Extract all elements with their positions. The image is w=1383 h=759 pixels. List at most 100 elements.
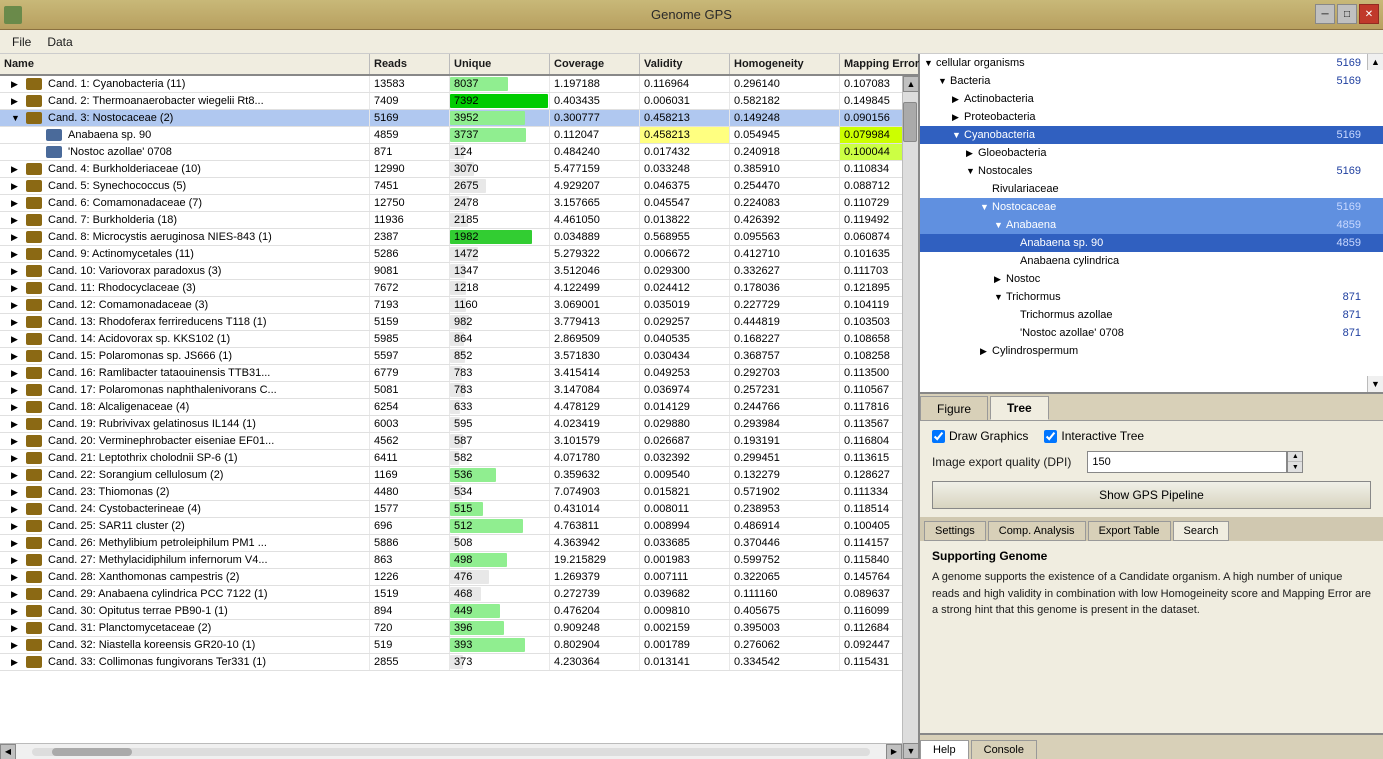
col-homogeneity[interactable]: Homogeneity <box>730 54 840 74</box>
table-row[interactable]: ▶Cand. 8: Microcystis aeruginosa NIES-84… <box>0 229 902 246</box>
expand-arrow[interactable]: ▶ <box>11 419 23 430</box>
table-row[interactable]: ▶Cand. 32: Niastella koreensis GR20-10 (… <box>0 637 902 654</box>
table-row[interactable]: ▶Cand. 22: Sorangium cellulosum (2)11695… <box>0 467 902 484</box>
expand-arrow[interactable]: ▶ <box>11 640 23 651</box>
expand-arrow[interactable]: ▶ <box>11 606 23 617</box>
footer-help[interactable]: Help <box>920 740 969 759</box>
tree-item[interactable]: ▼Anabaena4859 <box>920 216 1383 234</box>
interactive-tree-label[interactable]: Interactive Tree <box>1044 429 1144 443</box>
expand-arrow[interactable]: ▶ <box>11 300 23 311</box>
tree-item[interactable]: Rivulariaceae <box>920 180 1383 198</box>
tree-item[interactable]: ▼Nostocales5169 <box>920 162 1383 180</box>
draw-graphics-label[interactable]: Draw Graphics <box>932 429 1028 443</box>
table-row[interactable]: ▶Cand. 4: Burkholderiaceae (10)129903070… <box>0 161 902 178</box>
tree-item[interactable]: ▶Nostoc <box>920 270 1383 288</box>
expand-arrow[interactable]: ▶ <box>11 232 23 243</box>
draw-graphics-checkbox[interactable] <box>932 430 945 443</box>
expand-arrow[interactable]: ▶ <box>11 470 23 481</box>
table-row[interactable]: ▶Cand. 16: Ramlibacter tataouinensis TTB… <box>0 365 902 382</box>
table-row[interactable]: ▶Cand. 15: Polaromonas sp. JS666 (1)5597… <box>0 348 902 365</box>
tree-item[interactable]: ▼Trichormus871 <box>920 288 1383 306</box>
expand-arrow[interactable]: ▶ <box>11 249 23 260</box>
expand-arrow[interactable]: ▶ <box>11 266 23 277</box>
tree-item[interactable]: ▶Gloeobacteria <box>920 144 1383 162</box>
expand-arrow[interactable]: ▶ <box>11 283 23 294</box>
expand-arrow[interactable]: ▶ <box>11 555 23 566</box>
expand-arrow[interactable]: ▶ <box>11 402 23 413</box>
tab-export-table[interactable]: Export Table <box>1088 521 1171 541</box>
tab-figure[interactable]: Figure <box>920 396 988 420</box>
expand-arrow[interactable]: ▶ <box>11 521 23 532</box>
col-validity[interactable]: Validity <box>640 54 730 74</box>
tree-item[interactable]: ▼Bacteria5169 <box>920 72 1383 90</box>
tree-area[interactable]: ▼cellular organisms5169▼Bacteria5169▶Act… <box>920 54 1383 394</box>
tree-item[interactable]: Trichormus azollae871 <box>920 306 1383 324</box>
expand-arrow[interactable]: ▶ <box>11 96 23 107</box>
table-row[interactable]: ▶Cand. 5: Synechococcus (5)745126754.929… <box>0 178 902 195</box>
table-row[interactable]: ▶Cand. 20: Verminephrobacter eiseniae EF… <box>0 433 902 450</box>
tree-scroll-down[interactable]: ▼ <box>1367 376 1383 392</box>
pipeline-button[interactable]: Show GPS Pipeline <box>932 481 1371 509</box>
maximize-button[interactable]: □ <box>1337 4 1357 24</box>
table-row[interactable]: ▶Cand. 28: Xanthomonas campestris (2)122… <box>0 569 902 586</box>
table-row[interactable]: ▶Cand. 23: Thiomonas (2)44805347.0749030… <box>0 484 902 501</box>
tree-item[interactable]: ▶Cylindrospermum <box>920 342 1383 360</box>
dpi-input[interactable] <box>1087 451 1287 473</box>
table-body[interactable]: ▶Cand. 1: Cyanobacteria (11)1358380371.1… <box>0 76 902 743</box>
table-row[interactable]: ▶Cand. 6: Comamonadaceae (7)1275024783.1… <box>0 195 902 212</box>
col-coverage[interactable]: Coverage <box>550 54 640 74</box>
v-scroll-down[interactable]: ▼ <box>903 743 918 759</box>
col-mapping-error[interactable]: Mapping Error <box>840 54 930 74</box>
table-row[interactable]: ▼Cand. 3: Nostocaceae (2)516939520.30077… <box>0 110 902 127</box>
table-row[interactable]: ▶Cand. 7: Burkholderia (18)1193621854.46… <box>0 212 902 229</box>
tree-expand-icon[interactable]: ▶ <box>994 274 1006 285</box>
h-scroll-right[interactable]: ▶ <box>886 744 902 759</box>
expand-arrow[interactable]: ▶ <box>11 215 23 226</box>
v-scroll-thumb[interactable] <box>903 102 917 142</box>
minimize-button[interactable]: ─ <box>1315 4 1335 24</box>
dpi-down[interactable]: ▼ <box>1288 462 1302 472</box>
col-reads[interactable]: Reads <box>370 54 450 74</box>
col-name[interactable]: Name <box>0 54 370 74</box>
table-row[interactable]: ▶Cand. 9: Actinomycetales (11)528614725.… <box>0 246 902 263</box>
expand-arrow[interactable]: ▶ <box>11 79 23 90</box>
tree-item[interactable]: 'Nostoc azollae' 0708871 <box>920 324 1383 342</box>
v-scroll-up[interactable]: ▲ <box>903 76 918 92</box>
expand-arrow[interactable]: ▶ <box>11 351 23 362</box>
expand-arrow[interactable]: ▶ <box>11 181 23 192</box>
table-row[interactable]: ▶Cand. 25: SAR11 cluster (2)6965124.7638… <box>0 518 902 535</box>
table-row[interactable]: ▶Cand. 19: Rubrivivax gelatinosus IL144 … <box>0 416 902 433</box>
data-menu[interactable]: Data <box>39 33 80 51</box>
tree-item[interactable]: Anabaena cylindrica <box>920 252 1383 270</box>
expand-arrow[interactable]: ▶ <box>11 334 23 345</box>
table-row[interactable]: ▶Cand. 1: Cyanobacteria (11)1358380371.1… <box>0 76 902 93</box>
tree-expand-icon[interactable]: ▼ <box>952 130 964 140</box>
table-row[interactable]: ▶Cand. 18: Alcaligenaceae (4)62546334.47… <box>0 399 902 416</box>
footer-console[interactable]: Console <box>971 740 1037 759</box>
tree-expand-icon[interactable]: ▼ <box>994 292 1006 302</box>
table-row[interactable]: ▶Cand. 24: Cystobacterineae (4)15775150.… <box>0 501 902 518</box>
dpi-up[interactable]: ▲ <box>1288 452 1302 462</box>
tree-item[interactable]: ▶Proteobacteria <box>920 108 1383 126</box>
expand-arrow[interactable]: ▶ <box>11 385 23 396</box>
tree-expand-icon[interactable]: ▶ <box>952 94 964 105</box>
table-row[interactable]: ▶Cand. 33: Collimonas fungivorans Ter331… <box>0 654 902 671</box>
tree-expand-icon[interactable]: ▶ <box>980 346 992 357</box>
table-row[interactable]: ▶Cand. 27: Methylacidiphilum infernorum … <box>0 552 902 569</box>
expand-arrow[interactable]: ▶ <box>11 453 23 464</box>
tree-expand-icon[interactable]: ▼ <box>938 76 950 86</box>
tree-item[interactable]: ▼cellular organisms5169 <box>920 54 1383 72</box>
table-row[interactable]: ▶Cand. 29: Anabaena cylindrica PCC 7122 … <box>0 586 902 603</box>
tab-settings[interactable]: Settings <box>924 521 986 541</box>
v-scroll[interactable]: ▲ ▼ <box>902 76 918 759</box>
table-row[interactable]: ▶Cand. 17: Polaromonas naphthalenivorans… <box>0 382 902 399</box>
expand-arrow[interactable]: ▶ <box>11 368 23 379</box>
file-menu[interactable]: File <box>4 33 39 51</box>
expand-arrow[interactable]: ▼ <box>11 113 23 123</box>
expand-arrow[interactable]: ▶ <box>11 538 23 549</box>
h-scroll-left[interactable]: ◀ <box>0 744 16 759</box>
expand-arrow[interactable]: ▶ <box>11 657 23 668</box>
tree-scroll-up[interactable]: ▲ <box>1367 54 1383 70</box>
expand-arrow[interactable]: ▶ <box>11 504 23 515</box>
interactive-tree-checkbox[interactable] <box>1044 430 1057 443</box>
